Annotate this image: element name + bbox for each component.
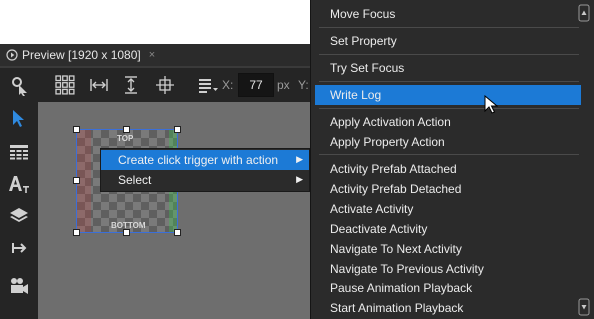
submenu-item-move-focus[interactable]: Move Focus [315,4,581,24]
submenu-item-label: Try Set Focus [330,61,405,75]
fit-height-icon[interactable] [118,72,144,98]
camera-tool-icon[interactable] [5,272,33,300]
layers-tool-icon[interactable] [5,202,33,230]
preview-toolbar: X: 77 px Y: [0,68,310,102]
submenu-item-label: Activate Activity [330,202,414,216]
pan-tool-icon[interactable] [5,72,33,100]
scroll-up-arrow-icon [581,10,587,15]
tab-title: Preview [1920 x 1080] [22,48,141,62]
text-tool-icon[interactable] [5,170,33,198]
scroll-down-arrow-icon [581,305,587,310]
resize-handle-b[interactable] [123,229,130,236]
tab-preview[interactable]: Preview [1920 x 1080] × [0,44,160,66]
resize-handle-tl[interactable] [73,126,80,133]
menu-item-label: Create click trigger with action [118,153,279,167]
texture-top-label: TOP [117,134,134,143]
submenu-item-label: Set Property [330,34,397,48]
grid-tool-icon[interactable] [5,138,33,166]
share-tool-icon[interactable] [5,234,33,262]
submenu-item-navigate-previous[interactable]: Navigate To Previous Activity [315,259,581,279]
submenu-item-label: Start Animation Playback [330,301,464,315]
submenu-item-start-animation[interactable]: Start Animation Playback [315,298,581,318]
resize-handle-bl[interactable] [73,229,80,236]
submenu-item-activity-prefab-detached[interactable]: Activity Prefab Detached [315,179,581,199]
submenu-arrow-icon: ▶ [296,174,303,184]
submenu-item-apply-property-action[interactable]: Apply Property Action [315,132,581,152]
submenu-arrow-icon: ▶ [296,154,303,164]
submenu-item-activity-prefab-attached[interactable]: Activity Prefab Attached [315,159,581,179]
submenu-item-label: Activity Prefab Detached [330,182,462,196]
submenu-item-deactivate-activity[interactable]: Deactivate Activity [315,219,581,239]
submenu-item-label: Navigate To Next Activity [330,242,462,256]
submenu-item-try-set-focus[interactable]: Try Set Focus [315,58,581,78]
submenu-item-label: Navigate To Previous Activity [330,262,484,276]
submenu-item-label: Write Log [330,88,382,102]
tab-close-icon[interactable]: × [149,49,155,61]
tools-sidebar [0,68,38,319]
context-menu: Create click trigger with action ▶ Selec… [100,148,310,192]
submenu-item-set-property[interactable]: Set Property [315,31,581,51]
menu-separator [319,27,579,28]
submenu-item-label: Pause Animation Playback [330,281,473,295]
submenu-item-pause-animation[interactable]: Pause Animation Playback [315,278,581,298]
submenu-item-label: Deactivate Activity [330,222,428,236]
fit-width-icon[interactable] [86,72,112,98]
menu-item-create-click-trigger[interactable]: Create click trigger with action ▶ [101,150,309,170]
submenu-item-navigate-next[interactable]: Navigate To Next Activity [315,239,581,259]
y-label: Y: [298,78,309,92]
preview-play-icon [6,49,18,61]
fit-screen-icon[interactable] [152,72,178,98]
submenu-item-activate-activity[interactable]: Activate Activity [315,199,581,219]
x-unit-label: px [277,78,290,92]
action-submenu: Move Focus Set Property Try Set Focus Wr… [310,0,594,319]
submenu-item-label: Move Focus [330,7,396,21]
x-label: X: [222,78,234,92]
menu-separator [319,81,579,82]
submenu-item-label: Apply Activation Action [330,115,451,129]
menu-separator [319,108,579,109]
menu-separator [319,154,579,155]
submenu-item-write-log[interactable]: Write Log [315,85,581,105]
submenu-scrollbar[interactable] [578,4,590,316]
resize-handle-tr[interactable] [174,126,181,133]
submenu-item-label: Apply Property Action [330,135,445,149]
grid-layout-icon[interactable] [52,72,78,98]
resize-handle-br[interactable] [174,229,181,236]
resize-handle-t[interactable] [123,126,130,133]
submenu-item-apply-activation-action[interactable]: Apply Activation Action [315,112,581,132]
x-position-field[interactable]: 77 [238,73,274,97]
mouse-cursor-icon [484,94,499,118]
select-tool-icon[interactable] [5,104,33,132]
menu-separator [319,54,579,55]
menu-item-select[interactable]: Select ▶ [101,170,309,190]
align-menu-icon[interactable] [196,74,220,96]
submenu-item-label: Activity Prefab Attached [330,162,457,176]
resize-handle-l[interactable] [73,177,80,184]
menu-item-label: Select [118,173,152,187]
